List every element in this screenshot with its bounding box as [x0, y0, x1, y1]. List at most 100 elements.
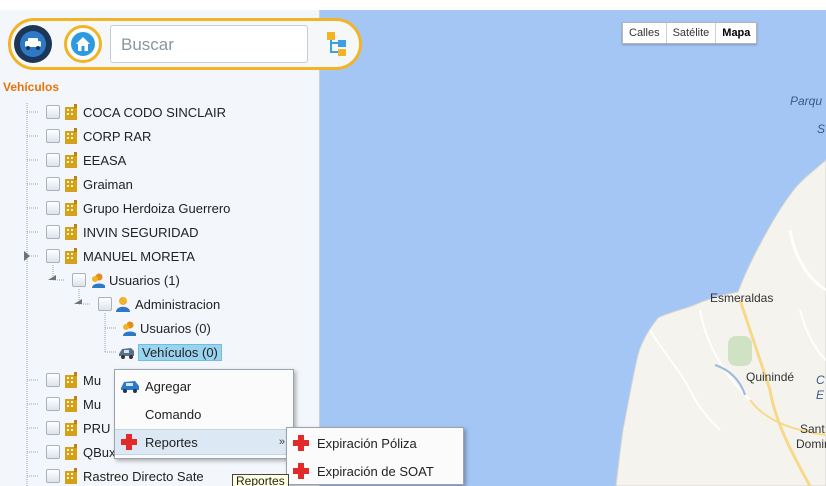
context-menu: Agregar Comando Reportes » — [114, 369, 294, 459]
tree-row-company[interactable]: COCA CODO SINCLAIR — [46, 102, 226, 122]
tree-row-label: PRU — [83, 420, 111, 436]
building-icon — [65, 372, 77, 388]
tree-row-label: Mu — [83, 372, 102, 388]
row-checkbox[interactable] — [46, 249, 60, 263]
row-checkbox[interactable] — [72, 273, 86, 287]
building-icon — [65, 200, 77, 216]
tree-row-label: Usuarios (1) — [109, 272, 180, 288]
row-checkbox[interactable] — [46, 177, 60, 191]
tree-row-label: Grupo Herdoiza Guerrero — [83, 200, 231, 216]
menu-item-expiracion-poliza[interactable]: Expiración Póliza — [287, 429, 463, 457]
tree-row-company[interactable]: INVIN SEGURIDAD — [46, 222, 199, 242]
menu-item-label: Expiración Póliza — [317, 435, 417, 451]
map-type-streets[interactable]: Calles — [623, 23, 667, 43]
tree-row-company[interactable]: Rastreo Directo Sate — [46, 466, 204, 486]
vehicles-button[interactable] — [14, 25, 52, 63]
building-icon — [65, 104, 77, 120]
hierarchy-icon — [327, 32, 346, 56]
tree-row-users-group[interactable]: Usuarios (1) — [72, 270, 180, 290]
user-icon — [116, 297, 130, 312]
map-land — [615, 159, 826, 486]
tree-row-label: Mu — [83, 396, 102, 412]
home-button[interactable] — [64, 25, 102, 63]
row-checkbox[interactable] — [46, 105, 60, 119]
menu-item-label: Agregar — [145, 378, 192, 394]
building-icon — [65, 444, 77, 460]
row-checkbox[interactable] — [46, 469, 60, 483]
tree-row-company[interactable]: Graiman — [46, 174, 133, 194]
tree-row-label: MANUEL MORETA — [83, 248, 195, 264]
building-icon — [65, 128, 77, 144]
menu-item-comando[interactable]: Comando — [115, 401, 293, 427]
tree-view-button[interactable] — [326, 31, 348, 57]
reportes-submenu: Expiración Póliza Expiración de SOAT — [286, 427, 464, 485]
red-plus-icon — [293, 435, 309, 451]
vehicle-icon — [119, 348, 134, 359]
row-checkbox[interactable] — [46, 153, 60, 167]
red-plus-icon — [293, 463, 309, 479]
tree-row-company[interactable]: PRU — [46, 418, 110, 438]
red-plus-icon — [121, 434, 137, 450]
users-icon — [92, 273, 105, 288]
map-type-map[interactable]: Mapa — [716, 23, 756, 43]
building-icon — [65, 396, 77, 412]
menu-item-reportes[interactable]: Reportes » — [115, 429, 293, 455]
map-label-quininde: Quinindé — [746, 370, 795, 384]
building-icon — [65, 224, 77, 240]
menu-item-agregar[interactable]: Agregar — [115, 373, 293, 399]
tree-row-company[interactable]: Mu — [46, 370, 101, 390]
row-checkbox[interactable] — [46, 397, 60, 411]
users-icon — [123, 321, 136, 336]
tree-row-label: Administracion — [135, 296, 221, 312]
tree-row-role[interactable]: Administracion — [98, 294, 220, 314]
tree-row-label: COCA CODO SINCLAIR — [83, 104, 227, 120]
row-checkbox[interactable] — [98, 297, 112, 311]
tree-row-users[interactable]: Usuarios (0) — [120, 318, 211, 338]
row-checkbox[interactable] — [46, 201, 60, 215]
tree-row-company[interactable]: EEASA — [46, 150, 126, 170]
car-add-icon — [121, 381, 139, 393]
building-icon — [65, 248, 77, 264]
building-icon — [65, 176, 77, 192]
map-label-esmeraldas: Esmeraldas — [710, 291, 774, 305]
row-checkbox[interactable] — [46, 129, 60, 143]
map-type-satellite[interactable]: Satélite — [667, 23, 717, 43]
tree-row-label: INVIN SEGURIDAD — [83, 224, 199, 240]
row-checkbox[interactable] — [46, 373, 60, 387]
tooltip: Reportes — [232, 474, 289, 486]
menu-item-label: Reportes — [145, 434, 198, 450]
tree-row-vehicles[interactable]: Vehículos (0) — [118, 342, 222, 362]
tree-row-company[interactable]: CORP RAR — [46, 126, 151, 146]
blank-icon — [119, 405, 141, 423]
map-view[interactable]: Calles Satélite Mapa Parqu S Esmeraldas … — [320, 10, 826, 486]
menu-item-expiracion-soat[interactable]: Expiración de SOAT — [287, 457, 463, 485]
map-type-selector: Calles Satélite Mapa — [622, 22, 758, 44]
row-checkbox[interactable] — [46, 445, 60, 459]
building-icon — [65, 152, 77, 168]
tree-row-label: Vehículos (0) — [138, 343, 222, 361]
tree-row-label: EEASA — [83, 152, 127, 168]
tree-row-company[interactable]: Grupo Herdoiza Guerrero — [46, 198, 230, 218]
tree-row-label: CORP RAR — [83, 128, 152, 144]
map-label-c: C — [816, 373, 825, 387]
map-label-s: S — [817, 122, 826, 136]
tree-row-company[interactable]: MANUEL MORETA — [46, 246, 195, 266]
map-label-e: E — [816, 388, 825, 402]
tree-row-label: Graiman — [83, 176, 133, 192]
map-label-domingo: Domir — [796, 437, 826, 451]
submenu-arrow-icon: » — [278, 436, 285, 448]
search-input[interactable]: Buscar — [110, 25, 308, 63]
building-icon — [65, 420, 77, 436]
map-label-parque: Parqu — [790, 94, 823, 108]
tree-row-label: Usuarios (0) — [140, 320, 211, 336]
car-icon — [20, 31, 46, 57]
menu-item-label: Expiración de SOAT — [317, 463, 434, 479]
tree-row-label: Rastreo Directo Sate — [83, 468, 204, 484]
home-icon — [71, 32, 95, 56]
toolbar: Buscar — [8, 18, 362, 70]
tree-row-company[interactable]: Mu — [46, 394, 101, 414]
menu-item-label: Comando — [145, 406, 202, 422]
building-icon — [65, 468, 77, 484]
row-checkbox[interactable] — [46, 225, 60, 239]
row-checkbox[interactable] — [46, 421, 60, 435]
